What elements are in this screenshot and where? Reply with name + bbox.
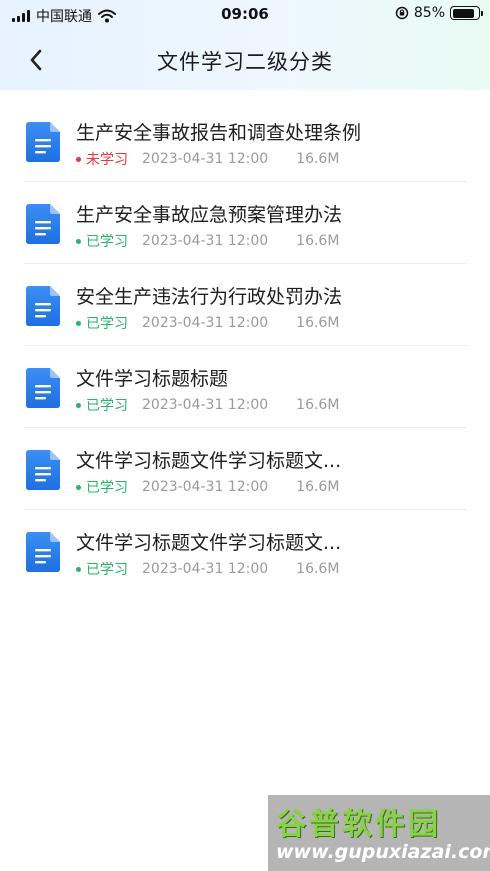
document-meta: 已学习 2023-04-31 12:00 16.6M: [76, 395, 339, 415]
document-list-item[interactable]: 安全生产违法行为行政处罚办法 已学习 2023-04-31 12:00 16.6…: [24, 264, 466, 346]
status-bar: 中国联通 09:06 85%: [0, 0, 490, 28]
document-title: 生产安全事故应急预案管理办法: [76, 204, 343, 226]
status-dot: [76, 566, 81, 572]
document-size: 16.6M: [296, 397, 340, 413]
status-right: 85%: [395, 5, 483, 21]
orientation-lock-icon: [395, 6, 409, 20]
document-date: 2023-04-31 12:00: [142, 151, 269, 167]
watermark-url: www.gupuxiazai.com: [276, 841, 490, 863]
document-title: 安全生产违法行为行政处罚办法: [76, 286, 343, 308]
document-title: 文件学习标题文件学习标题文...: [76, 450, 342, 472]
watermark-title: 谷普软件园: [276, 807, 441, 842]
document-size: 16.6M: [296, 479, 340, 495]
document-size: 16.6M: [296, 233, 340, 249]
document-icon: [26, 450, 60, 490]
document-size: 16.6M: [296, 561, 340, 577]
document-date: 2023-04-31 12:00: [142, 315, 269, 331]
document-icon: [26, 122, 60, 162]
document-date: 2023-04-31 12:00: [142, 561, 269, 577]
document-meta: 已学习 2023-04-31 12:00 16.6M: [76, 477, 339, 497]
status-dot: [76, 320, 81, 326]
document-list-item[interactable]: 文件学习标题标题 已学习 2023-04-31 12:00 16.6M: [24, 346, 466, 428]
document-icon: [26, 286, 60, 326]
document-list-item[interactable]: 文件学习标题文件学习标题文... 已学习 2023-04-31 12:00 16…: [24, 428, 466, 510]
document-icon: [26, 368, 60, 408]
learning-status: 已学习: [86, 398, 128, 414]
status-dot: [76, 156, 81, 162]
learning-status: 已学习: [86, 316, 128, 332]
document-date: 2023-04-31 12:00: [142, 479, 269, 495]
status-dot: [76, 484, 81, 490]
document-meta: 已学习 2023-04-31 12:00 16.6M: [76, 559, 339, 579]
document-size: 16.6M: [296, 151, 340, 167]
learning-status: 已学习: [86, 480, 128, 496]
document-list: 生产安全事故报告和调查处理条例 未学习 2023-04-31 12:00 16.…: [0, 100, 490, 592]
page-title: 文件学习二级分类: [157, 50, 333, 74]
document-list-item[interactable]: 文件学习标题文件学习标题文... 已学习 2023-04-31 12:00 16…: [24, 510, 466, 592]
battery-icon: [450, 6, 483, 20]
document-meta: 已学习 2023-04-31 12:00 16.6M: [76, 231, 339, 251]
document-icon: [26, 204, 60, 244]
learning-status: 未学习: [86, 152, 128, 168]
document-list-item[interactable]: 生产安全事故报告和调查处理条例 未学习 2023-04-31 12:00 16.…: [24, 100, 466, 182]
document-date: 2023-04-31 12:00: [142, 233, 269, 249]
learning-status: 已学习: [86, 234, 128, 250]
document-date: 2023-04-31 12:00: [142, 397, 269, 413]
document-title: 文件学习标题文件学习标题文...: [76, 532, 342, 554]
document-title: 文件学习标题标题: [76, 368, 229, 390]
header-background: 中国联通 09:06 85% 文件学习二级分类: [0, 0, 490, 90]
watermark: 谷普软件园 www.gupuxiazai.com: [268, 795, 490, 871]
document-meta: 已学习 2023-04-31 12:00 16.6M: [76, 313, 339, 333]
battery-level: [452, 8, 474, 18]
document-size: 16.6M: [296, 315, 340, 331]
document-title: 生产安全事故报告和调查处理条例: [76, 122, 362, 144]
document-meta: 未学习 2023-04-31 12:00 16.6M: [76, 149, 339, 169]
nav-bar: 文件学习二级分类: [0, 30, 490, 90]
status-dot: [76, 238, 81, 244]
battery-percent: 85%: [413, 5, 445, 21]
learning-status: 已学习: [86, 562, 128, 578]
status-dot: [76, 402, 81, 408]
document-icon: [26, 532, 60, 572]
document-list-item[interactable]: 生产安全事故应急预案管理办法 已学习 2023-04-31 12:00 16.6…: [24, 182, 466, 264]
